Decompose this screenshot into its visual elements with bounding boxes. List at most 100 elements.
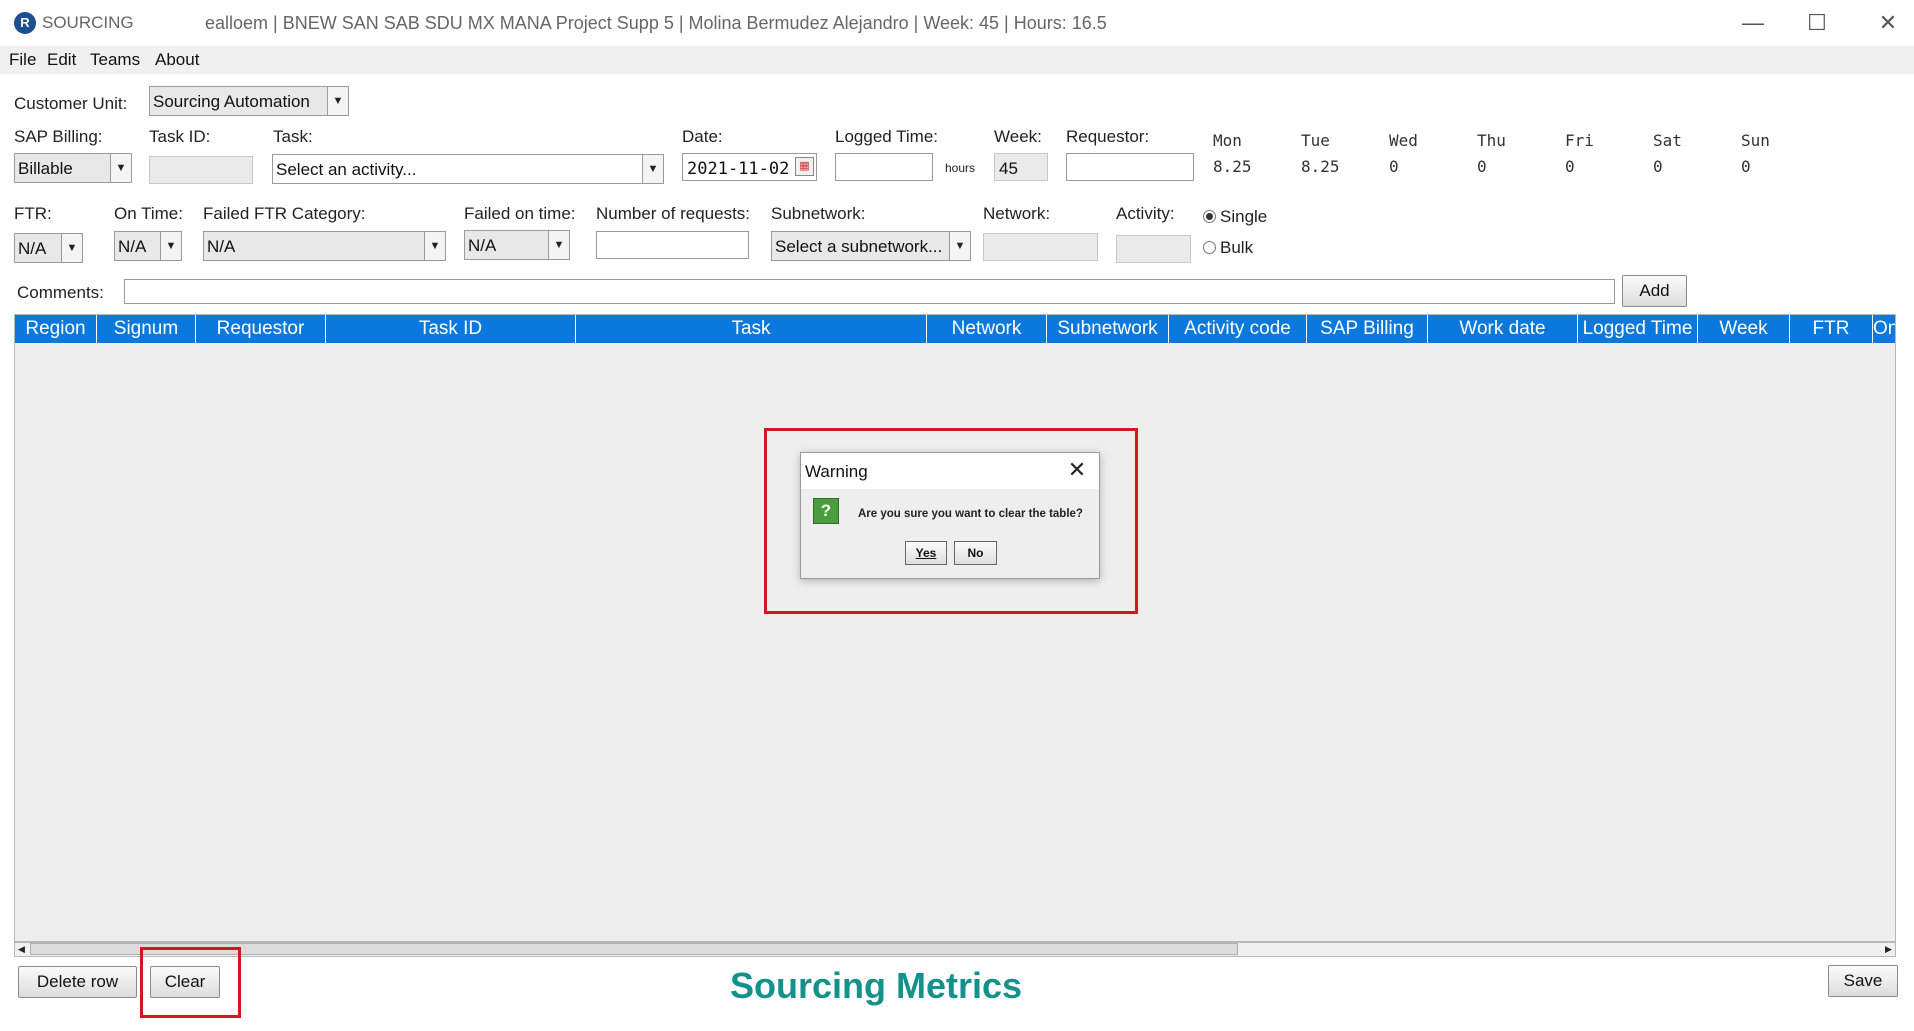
menu-bar	[0, 46, 1914, 74]
day-wed-hours: 0	[1389, 157, 1399, 176]
no-button[interactable]: No	[954, 541, 997, 565]
day-tue-hours: 8.25	[1301, 157, 1340, 176]
week-value: 45	[999, 159, 1018, 178]
sap-billing-value: Billable	[18, 159, 73, 178]
subnetwork-value: Select a subnetwork...	[775, 237, 943, 256]
ftr-label: FTR:	[14, 204, 52, 223]
column-header-logged-time[interactable]: Logged Time	[1578, 315, 1698, 343]
day-thu-label: Thu	[1477, 131, 1506, 150]
comments-label: Comments:	[17, 283, 104, 302]
menu-file[interactable]: File	[9, 50, 36, 70]
column-header-subnetwork[interactable]: Subnetwork	[1047, 315, 1169, 343]
day-tue-label: Tue	[1301, 131, 1330, 150]
failed-ftr-category-label: Failed FTR Category:	[203, 204, 366, 223]
failed-on-time-label: Failed on time:	[464, 204, 576, 223]
chevron-down-icon: ▼	[548, 231, 569, 259]
column-header-signum[interactable]: Signum	[97, 315, 196, 343]
clear-highlight-box	[140, 947, 241, 1018]
day-sat-label: Sat	[1653, 131, 1682, 150]
scroll-left-icon[interactable]: ◀	[15, 943, 28, 956]
failed-ftr-category-value: N/A	[207, 237, 236, 256]
ftr-value: N/A	[18, 239, 47, 258]
window-title: ealloem | BNEW SAN SAB SDU MX MANA Proje…	[205, 13, 1107, 33]
chevron-down-icon: ▼	[949, 232, 970, 260]
subnetwork-label: Subnetwork:	[771, 204, 866, 223]
activity-field	[1116, 235, 1191, 263]
save-button[interactable]: Save	[1828, 965, 1898, 997]
failed-on-time-select[interactable]: N/A ▼	[464, 230, 570, 260]
task-id-field	[149, 156, 253, 184]
chevron-down-icon: ▼	[160, 232, 181, 260]
date-value: 2021-11-02	[687, 159, 790, 179]
network-label: Network:	[983, 204, 1051, 223]
column-header-work-date[interactable]: Work date	[1428, 315, 1578, 343]
menu-edit[interactable]: Edit	[47, 50, 76, 70]
date-label: Date:	[682, 127, 723, 146]
week-field: 45	[994, 153, 1048, 181]
add-button[interactable]: Add	[1622, 275, 1687, 307]
day-thu-hours: 0	[1477, 157, 1487, 176]
number-of-requests-label: Number of requests:	[596, 204, 751, 223]
column-header-activity-code[interactable]: Activity code	[1169, 315, 1307, 343]
app-name: SOURCING	[42, 13, 134, 32]
chevron-down-icon: ▼	[642, 155, 663, 183]
day-mon-hours: 8.25	[1213, 157, 1252, 176]
column-header-ftr[interactable]: FTR	[1790, 315, 1873, 343]
requestor-field[interactable]	[1066, 153, 1194, 181]
scroll-right-icon[interactable]: ▶	[1882, 943, 1895, 956]
column-header-on-time[interactable]: On	[1873, 315, 1895, 343]
chevron-down-icon: ▼	[424, 232, 445, 260]
column-header-task[interactable]: Task	[576, 315, 927, 343]
menu-teams[interactable]: Teams	[90, 50, 140, 70]
network-field	[983, 233, 1098, 261]
dialog-close-icon[interactable]: ✕	[1062, 455, 1092, 485]
day-fri-hours: 0	[1565, 157, 1575, 176]
column-header-task-id[interactable]: Task ID	[326, 315, 576, 343]
on-time-label: On Time:	[114, 204, 183, 223]
delete-row-button[interactable]: Delete row	[18, 966, 137, 998]
single-radio-label: Single	[1220, 207, 1268, 226]
chevron-down-icon: ▼	[327, 87, 348, 115]
task-select[interactable]: Select an activity... ▼	[272, 154, 664, 184]
day-mon-label: Mon	[1213, 131, 1242, 150]
on-time-select[interactable]: N/A ▼	[114, 231, 182, 261]
entries-table[interactable]	[14, 314, 1896, 942]
hours-unit-label: hours	[945, 161, 976, 175]
single-radio[interactable]	[1203, 210, 1216, 223]
close-window-button[interactable]: ✕	[1868, 8, 1908, 38]
day-sun-label: Sun	[1741, 131, 1770, 150]
bulk-radio-label: Bulk	[1220, 238, 1254, 257]
column-header-region[interactable]: Region	[15, 315, 97, 343]
day-fri-label: Fri	[1565, 131, 1594, 150]
task-value: Select an activity...	[276, 160, 417, 179]
yes-button[interactable]: Yes	[905, 541, 947, 565]
on-time-value: N/A	[118, 237, 147, 256]
dialog-title: Warning	[805, 462, 868, 481]
bulk-radio[interactable]	[1203, 241, 1216, 254]
comments-field[interactable]	[124, 279, 1615, 304]
number-of-requests-field[interactable]	[596, 231, 749, 259]
chevron-down-icon: ▼	[110, 154, 131, 182]
failed-ftr-category-select[interactable]: N/A ▼	[203, 231, 446, 261]
subnetwork-select[interactable]: Select a subnetwork... ▼	[771, 231, 971, 261]
column-header-sap-billing[interactable]: SAP Billing	[1307, 315, 1428, 343]
calendar-icon[interactable]: ▦	[795, 157, 814, 176]
logged-time-label: Logged Time:	[835, 127, 939, 146]
sap-billing-select[interactable]: Billable ▼	[14, 153, 132, 183]
maximize-button[interactable]: ☐	[1797, 8, 1837, 38]
logged-time-field[interactable]	[835, 153, 933, 181]
ftr-select[interactable]: N/A ▼	[14, 233, 83, 263]
question-icon: ?	[813, 498, 839, 524]
week-label: Week:	[994, 127, 1042, 146]
activity-label: Activity:	[1116, 204, 1175, 223]
menu-about[interactable]: About	[155, 50, 199, 70]
column-header-week[interactable]: Week	[1698, 315, 1790, 343]
customer-unit-select[interactable]: Sourcing Automation ▼	[149, 86, 349, 116]
minimize-button[interactable]: —	[1733, 8, 1773, 38]
dialog-message: Are you sure you want to clear the table…	[858, 508, 1083, 520]
column-header-requestor[interactable]: Requestor	[196, 315, 326, 343]
task-label: Task:	[273, 127, 313, 146]
column-header-network[interactable]: Network	[927, 315, 1047, 343]
chevron-down-icon: ▼	[61, 234, 82, 262]
table-header: Region Signum Requestor Task ID Task Net…	[15, 315, 1895, 343]
